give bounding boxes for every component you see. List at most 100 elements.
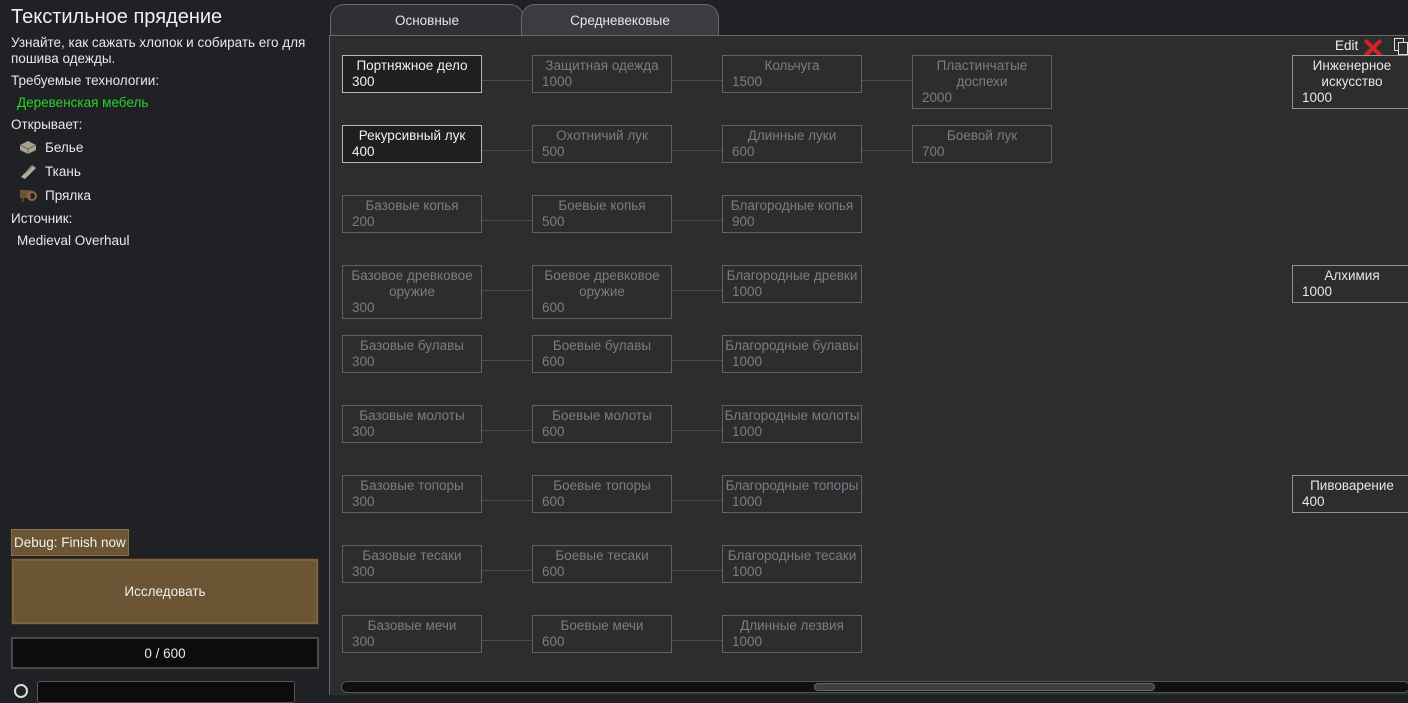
tech-node[interactable]: Благородные древки 1000 (722, 265, 862, 303)
tech-name: Боевые мечи (560, 618, 644, 633)
tech-node[interactable]: Благородные топоры 1000 (722, 475, 862, 513)
research-progress-bar: 0 / 600 (11, 637, 319, 669)
tech-node[interactable]: Инженерное искусство 1000 (1292, 55, 1408, 109)
research-info-panel: Текстильное прядение Узнайте, как сажать… (0, 0, 326, 703)
tech-node[interactable]: Боевые молоты 600 (532, 405, 672, 443)
tech-cost: 400 (1302, 494, 1325, 509)
tech-node[interactable]: Боевое древковое оружие 600 (532, 265, 672, 319)
tech-node[interactable]: Портняжное дело 300 (342, 55, 482, 93)
tech-name: Базовые топоры (360, 478, 464, 493)
tech-name: Базовые тесаки (362, 548, 462, 563)
tech-node[interactable]: Базовые топоры 300 (342, 475, 482, 513)
tech-node[interactable]: Пластинчатые доспехи 2000 (912, 55, 1052, 109)
tech-link (482, 290, 532, 291)
tech-node[interactable]: Охотничий лук 500 (532, 125, 672, 163)
tech-cost: 1500 (732, 74, 763, 89)
tech-name: Алхимия (1324, 268, 1380, 283)
tech-name: Благородные древки (726, 268, 858, 283)
tech-link (672, 430, 722, 431)
tech-cost: 1000 (1302, 90, 1333, 105)
tech-node[interactable]: Боевые копья 500 (532, 195, 672, 233)
required-tech[interactable]: Деревенская мебель (17, 95, 148, 110)
tech-node[interactable]: Алхимия 1000 (1292, 265, 1408, 303)
spinning-wheel-icon (19, 187, 37, 203)
tech-cost: 600 (542, 300, 565, 315)
tech-name: Пивоварение (1310, 478, 1394, 493)
tech-name: Защитная одежда (545, 58, 659, 73)
tech-cost: 1000 (732, 564, 763, 579)
edit-button[interactable]: Edit (1335, 38, 1358, 53)
tech-name: Боевые булавы (552, 338, 652, 353)
tech-node[interactable]: Длинные луки 600 (722, 125, 862, 163)
tech-name: Благородные топоры (725, 478, 859, 493)
tech-name: Благородные молоты (724, 408, 860, 423)
tech-node[interactable]: Длинные лезвия 1000 (722, 615, 862, 653)
source-value: Medieval Overhaul (17, 233, 130, 248)
tech-cost: 300 (352, 634, 375, 649)
scrollbar-thumb[interactable] (814, 683, 1155, 691)
tech-node[interactable]: Боевые булавы 600 (532, 335, 672, 373)
tech-cost: 600 (542, 494, 565, 509)
tech-node[interactable]: Защитная одежда 1000 (532, 55, 672, 93)
tech-node[interactable]: Базовые мечи 300 (342, 615, 482, 653)
tech-node[interactable]: Боевые топоры 600 (532, 475, 672, 513)
tech-node[interactable]: Благородные молоты 1000 (722, 405, 862, 443)
tech-node[interactable]: Базовые булавы 300 (342, 335, 482, 373)
tech-node[interactable]: Базовые копья 200 (342, 195, 482, 233)
tech-node[interactable]: Базовые тесаки 300 (342, 545, 482, 583)
tech-node[interactable]: Рекурсивный лук 400 (342, 125, 482, 163)
source-label: Источник: (11, 211, 73, 226)
tech-node[interactable]: Боевой лук 700 (912, 125, 1052, 163)
tech-name: Боевые копья (558, 198, 646, 213)
tech-node[interactable]: Кольчуга 1500 (722, 55, 862, 93)
tech-cost: 300 (352, 354, 375, 369)
tech-name: Базовые копья (365, 198, 459, 213)
tech-cost: 600 (732, 144, 755, 159)
tech-link (482, 360, 532, 361)
tab-main[interactable]: Основные (330, 4, 524, 36)
tech-link (482, 640, 532, 641)
unlock-item-label: Ткань (45, 163, 81, 179)
horizontal-scrollbar[interactable] (341, 681, 1408, 693)
unlock-item-spinning-wheel[interactable]: Прялка (19, 185, 91, 205)
project-title: Текстильное прядение (11, 6, 223, 28)
tech-name: Длинные лезвия (740, 618, 844, 633)
tech-name: Базовые мечи (367, 618, 457, 633)
tech-cost: 300 (352, 494, 375, 509)
tech-link (482, 570, 532, 571)
tech-link (672, 570, 722, 571)
tech-link (672, 500, 722, 501)
tech-name: Благородные тесаки (727, 548, 857, 563)
debug-finish-button[interactable]: Debug: Finish now (11, 529, 129, 556)
tech-node[interactable]: Пивоварение 400 (1292, 475, 1408, 513)
tech-node[interactable]: Благородные копья 900 (722, 195, 862, 233)
tech-name: Благородные булавы (725, 338, 859, 353)
research-tree[interactable]: Edit Портняжное дело 300 Защитная одежда 10… (329, 35, 1408, 695)
tech-node[interactable]: Боевые мечи 600 (532, 615, 672, 653)
tech-cost: 1000 (732, 354, 763, 369)
tab-medieval[interactable]: Средневековые (521, 4, 719, 36)
search-input[interactable] (37, 681, 295, 703)
tech-link (482, 80, 532, 81)
tech-node[interactable]: Базовые молоты 300 (342, 405, 482, 443)
copy-icon[interactable] (1394, 38, 1408, 55)
unlock-item-cloth[interactable]: Ткань (19, 161, 81, 181)
tech-name: Боевые молоты (552, 408, 652, 423)
tech-cost: 400 (352, 144, 375, 159)
tech-cost: 1000 (732, 634, 763, 649)
tech-node[interactable]: Боевые тесаки 600 (532, 545, 672, 583)
linen-icon (19, 139, 37, 155)
tech-link (672, 640, 722, 641)
tech-cost: 500 (542, 144, 565, 159)
tech-node[interactable]: Благородные булавы 1000 (722, 335, 862, 373)
tech-link (862, 80, 912, 81)
tech-node[interactable]: Благородные тесаки 1000 (722, 545, 862, 583)
tech-name: Охотничий лук (556, 128, 648, 143)
tech-node[interactable]: Базовое древковое оружие 300 (342, 265, 482, 319)
tech-link (482, 220, 532, 221)
tech-cost: 300 (352, 424, 375, 439)
unlock-item-linen[interactable]: Белье (19, 137, 83, 157)
tech-link (482, 500, 532, 501)
tech-link (482, 150, 532, 151)
research-button[interactable]: Исследовать (11, 558, 319, 625)
